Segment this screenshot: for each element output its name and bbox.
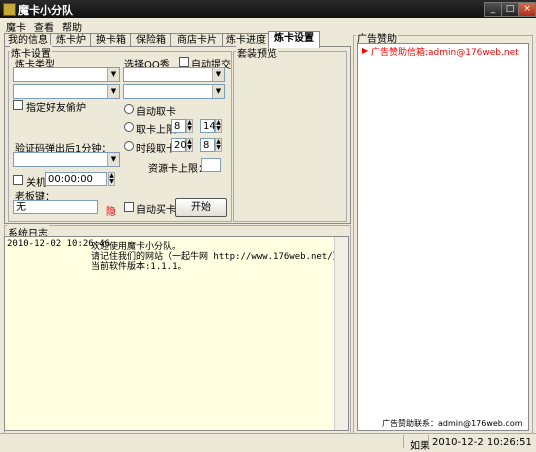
chevron-down-icon: ▼ bbox=[212, 68, 224, 81]
choose-qq-select[interactable]: ▼ bbox=[123, 67, 225, 82]
status-separator bbox=[403, 435, 404, 448]
resource-limit-field[interactable] bbox=[201, 158, 221, 172]
ads-item-link[interactable]: 广告赞助信箱:admin@176web.net bbox=[371, 45, 519, 58]
auto-buy-label: 自动买卡 bbox=[136, 205, 176, 216]
auto-take-label: 自动取卡 bbox=[136, 107, 176, 118]
ads-list: ▶ 广告赞助信箱:admin@176web.net 广告赞助联系：admin@1… bbox=[357, 43, 529, 431]
system-log[interactable]: 2010-12-02 10:26:46 欢迎使用魔卡小分队。 请记住我们的网站（… bbox=[4, 236, 349, 431]
choose-qq-select-2[interactable]: ▼ bbox=[123, 84, 225, 99]
hide-label: 隐 bbox=[106, 207, 116, 218]
card-type-select-2[interactable]: ▼ bbox=[13, 84, 120, 99]
start-button[interactable]: 开始 bbox=[175, 198, 227, 217]
log-line: 当前软件版本:1.1.1。 bbox=[91, 262, 187, 272]
close-button[interactable]: × bbox=[518, 2, 536, 17]
timed-take-a-field[interactable]: 20 bbox=[171, 138, 187, 152]
timed-take-b-spinner[interactable]: ▲ ▼ bbox=[215, 138, 222, 152]
take-limit-b-spinner[interactable]: ▲ ▼ bbox=[215, 119, 222, 133]
shutdown-time-field[interactable]: 00:00:00 bbox=[45, 172, 107, 186]
app-icon bbox=[3, 3, 16, 16]
captcha-select[interactable]: ▼ bbox=[13, 152, 120, 167]
status-bar: 如果 2010-12-2 10:26:51 bbox=[0, 433, 536, 452]
friend-steal-checkbox[interactable] bbox=[13, 100, 23, 110]
shutdown-checkbox[interactable] bbox=[13, 175, 23, 185]
resource-limit-label: 资源卡上限： bbox=[148, 164, 208, 175]
preview-group bbox=[233, 51, 347, 222]
menu-bar: 魔卡 查看 帮助 bbox=[0, 18, 536, 34]
take-limit-a-field[interactable]: 8 bbox=[171, 119, 186, 133]
boss-key-field[interactable]: 无 bbox=[13, 200, 98, 214]
log-scrollbar[interactable] bbox=[334, 237, 348, 430]
chevron-down-icon: ▼ bbox=[107, 85, 119, 98]
title-bar: 魔卡小分队 _ □ × bbox=[0, 0, 536, 18]
timed-take-label: 时段取卡 bbox=[136, 144, 176, 155]
take-limit-a-spinner[interactable]: ▲ ▼ bbox=[186, 119, 193, 133]
menu-moka[interactable]: 魔卡 bbox=[6, 19, 26, 34]
friend-steal-label: 指定好友偷炉 bbox=[26, 103, 86, 114]
chevron-down-icon: ▼ bbox=[107, 153, 119, 166]
ads-contact: 广告赞助联系：admin@176web.com bbox=[382, 419, 523, 428]
minimize-button[interactable]: _ bbox=[484, 2, 502, 17]
maximize-button[interactable]: □ bbox=[501, 2, 519, 17]
timed-take-b-field[interactable]: 8 bbox=[200, 138, 215, 152]
take-limit-b-field[interactable]: 14 bbox=[200, 119, 216, 133]
take-limit-radio[interactable] bbox=[124, 122, 134, 132]
chevron-down-icon: ▼ bbox=[107, 68, 119, 81]
timed-take-a-spinner[interactable]: ▲ ▼ bbox=[186, 138, 193, 152]
window-title: 魔卡小分队 bbox=[18, 4, 73, 17]
chevron-down-icon: ▼ bbox=[212, 85, 224, 98]
auto-take-radio[interactable] bbox=[124, 104, 134, 114]
card-type-select[interactable]: ▼ bbox=[13, 67, 120, 82]
auto-buy-checkbox[interactable] bbox=[124, 202, 134, 212]
shutdown-label: 关机 bbox=[26, 178, 46, 189]
auto-submit-checkbox[interactable] bbox=[179, 57, 189, 67]
shutdown-time-spinner[interactable]: ▲ ▼ bbox=[108, 172, 115, 186]
status-datetime: 2010-12-2 10:26:51 bbox=[432, 437, 532, 448]
arrow-right-icon: ▶ bbox=[362, 46, 369, 55]
menu-view[interactable]: 查看 bbox=[34, 19, 54, 34]
timed-take-radio[interactable] bbox=[124, 141, 134, 151]
take-limit-label: 取卡上限 bbox=[136, 125, 176, 136]
tab-settings[interactable]: 炼卡设置 bbox=[268, 31, 320, 48]
menu-help[interactable]: 帮助 bbox=[62, 19, 82, 34]
status-separator bbox=[428, 435, 429, 448]
